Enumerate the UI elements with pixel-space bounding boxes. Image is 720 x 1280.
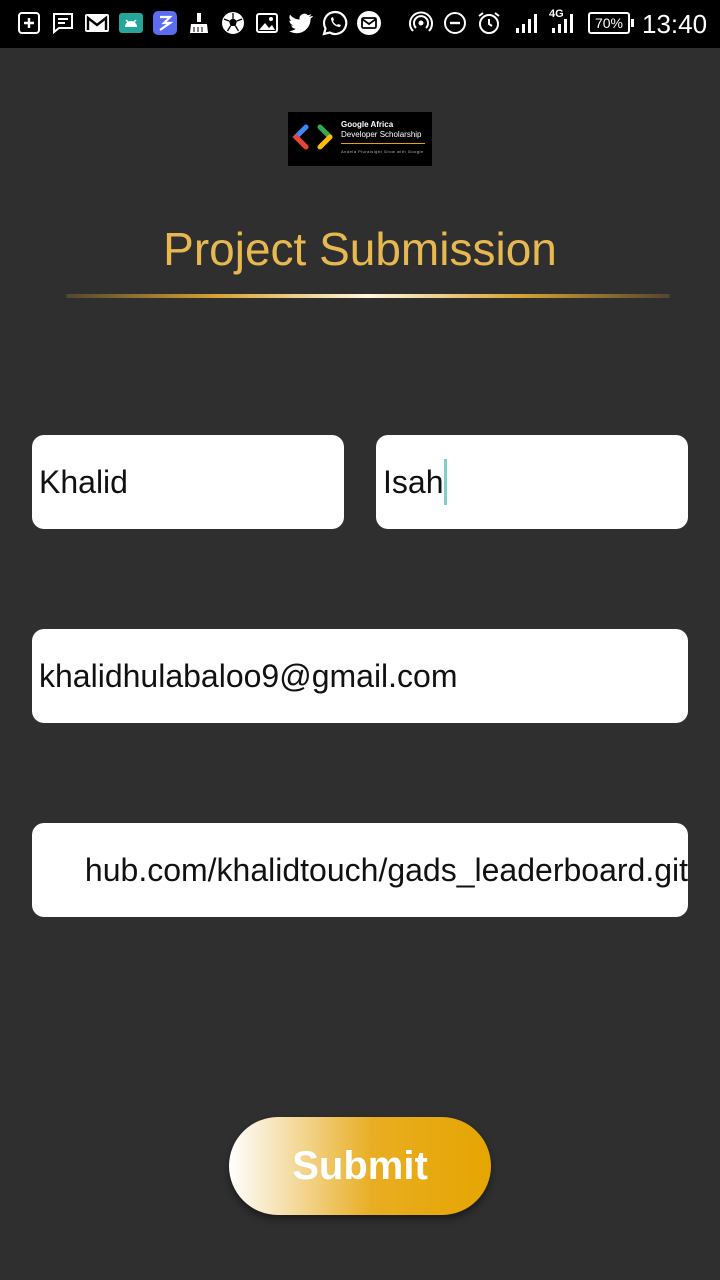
android-icon [118, 10, 144, 36]
submit-button[interactable]: Submit [229, 1117, 491, 1215]
alarm-icon [476, 10, 502, 36]
cleaner-icon [186, 10, 212, 36]
title-divider [66, 294, 670, 298]
github-link-field[interactable]: hub.com/khalidtouch/gads_leaderboard.git [32, 823, 688, 917]
status-clock: 13:40 [642, 9, 708, 39]
first-name-field[interactable]: Khalid [32, 435, 344, 529]
email-field[interactable]: khalidhulabaloo9@gmail.com [32, 629, 688, 723]
status-bar: 4G 70% 13:40 [0, 0, 720, 48]
whatsapp-icon [322, 10, 348, 36]
message-icon [50, 10, 76, 36]
mail-icon [356, 10, 382, 36]
add-box-icon [16, 10, 42, 36]
signal-icon [514, 10, 540, 36]
code-brackets-icon [292, 124, 333, 150]
project-submission-screen: 4G 70% 13:40 Google Africa Developer Sch… [0, 0, 720, 1280]
do-not-disturb-icon [442, 10, 468, 36]
page-title: Project Submission [163, 223, 557, 275]
first-name-value: Khalid [39, 463, 128, 500]
logo-divider [341, 143, 425, 144]
logo-line-1: Google Africa [341, 120, 394, 129]
twitter-icon [288, 10, 314, 36]
email-value: khalidhulabaloo9@gmail.com [39, 657, 458, 694]
app-icon [152, 10, 178, 36]
image-icon [254, 10, 280, 36]
logo-line-2: Developer Scholarship [341, 130, 422, 139]
last-name-value-wrap: Isah [383, 435, 448, 529]
last-name-value: Isah [383, 463, 444, 500]
google-africa-logo: Google Africa Developer Scholarship Ande… [288, 112, 432, 166]
gmail-icon [84, 10, 110, 36]
battery-indicator: 70% [588, 12, 634, 34]
logo-partners: Andela Pluralsight Grow with Google [341, 149, 424, 154]
signal-4g-icon [550, 10, 576, 36]
hotspot-icon [408, 10, 434, 36]
text-cursor [444, 459, 448, 505]
last-name-field[interactable]: Isah [376, 435, 688, 529]
soccer-ball-icon [220, 10, 246, 36]
github-link-value: hub.com/khalidtouch/gads_leaderboard.git [84, 851, 688, 888]
